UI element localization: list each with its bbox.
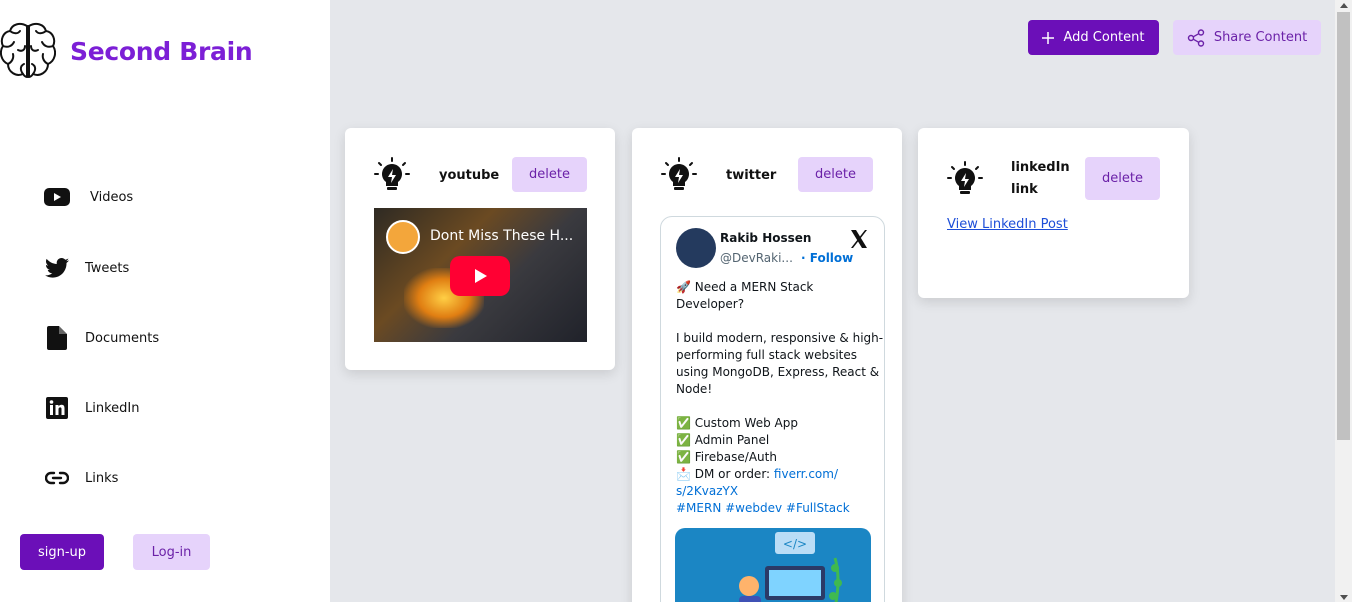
document-icon <box>44 325 70 351</box>
log-in-button[interactable]: Log-in <box>133 534 210 570</box>
delete-button[interactable]: delete <box>798 157 873 192</box>
sidebar-item-documents[interactable]: Documents <box>44 325 159 351</box>
sidebar-item-linkedin[interactable]: LinkedIn <box>44 395 139 421</box>
tweet-line: ✅ Custom Web App <box>676 416 798 430</box>
sidebar-item-label: Documents <box>85 330 160 346</box>
tweet-line <box>676 398 876 415</box>
tweet-image[interactable]: </> <box>675 528 871 602</box>
content-card-twitter: twitter delete Rakib Hossen @DevRaki... … <box>632 128 902 602</box>
tweet-line: Developer? <box>676 297 745 311</box>
plus-icon <box>1042 31 1055 44</box>
add-content-button[interactable]: Add Content <box>1028 20 1159 55</box>
card-title-line: linkedIn <box>1011 160 1070 175</box>
tweet-line: performing full stack websites <box>676 348 858 362</box>
brand: Second Brain <box>0 20 253 82</box>
link-icon <box>44 465 70 491</box>
sidebar-item-links[interactable]: Links <box>44 465 118 491</box>
avatar[interactable] <box>676 228 716 268</box>
sign-up-button[interactable]: sign-up <box>20 534 104 570</box>
youtube-icon <box>44 184 70 210</box>
share-content-button[interactable]: Share Content <box>1173 20 1321 55</box>
tweet-line: Node! <box>676 382 713 396</box>
lightbulb-icon <box>374 157 410 190</box>
sidebar-item-label: Videos <box>90 189 134 205</box>
tweet-hashtags[interactable]: #MERN #webdev #FullStack <box>676 500 876 517</box>
card-title: linkedIn link <box>1011 157 1070 201</box>
tweet-line: ✅ Admin Panel <box>676 433 770 447</box>
add-content-label: Add Content <box>1063 30 1145 45</box>
delete-button[interactable]: delete <box>1085 157 1160 200</box>
sidebar-item-videos[interactable]: Videos <box>44 184 133 210</box>
sidebar-item-tweets[interactable]: Tweets <box>44 255 129 281</box>
lightbulb-icon <box>661 157 697 190</box>
brain-icon <box>0 22 56 78</box>
card-title-line: link <box>1011 182 1038 197</box>
svg-text:</>: </> <box>783 537 807 551</box>
tweet-author-handle[interactable]: @DevRaki... <box>720 251 793 265</box>
twitter-icon <box>44 255 70 281</box>
content-card-youtube: youtube delete Dont Miss These H... <box>345 128 615 370</box>
linkedin-icon <box>44 395 70 421</box>
scroll-up-arrow-icon[interactable] <box>1339 0 1349 10</box>
sidebar: Second Brain Videos Tweets Documents Lin… <box>0 0 330 602</box>
tweet-line: 🚀 Need a MERN Stack <box>676 280 814 294</box>
card-title: twitter <box>726 167 777 183</box>
card-title: youtube <box>439 167 500 183</box>
share-content-label: Share Content <box>1213 30 1308 45</box>
tweet-line: using MongoDB, Express, React & <box>676 365 880 379</box>
content-card-linkedin: linkedIn link delete View LinkedIn Post <box>918 128 1189 298</box>
share-icon <box>1187 28 1205 47</box>
play-icon <box>475 269 487 283</box>
tweet-author-name[interactable]: Rakib Hossen <box>720 231 811 245</box>
channel-avatar <box>386 220 420 254</box>
view-linkedin-post-link[interactable]: View LinkedIn Post <box>947 217 1068 232</box>
delete-button[interactable]: delete <box>512 157 587 192</box>
tweet-link[interactable]: fiverr.com/ <box>774 467 838 481</box>
scrollbar-thumb[interactable] <box>1337 12 1350 440</box>
tweet-link[interactable]: s/2KvazYX <box>676 483 876 500</box>
developer-illustration: </> <box>739 532 842 602</box>
follow-link[interactable]: · Follow <box>801 251 853 265</box>
scroll-down-arrow-icon[interactable] <box>1339 592 1349 602</box>
tweet-line <box>676 313 876 330</box>
sidebar-item-label: Links <box>85 470 119 486</box>
tweet-embed[interactable]: Rakib Hossen @DevRaki... · Follow 🚀 Need… <box>660 216 885 602</box>
youtube-embed[interactable]: Dont Miss These H... <box>374 208 587 342</box>
tweet-line: ✅ Firebase/Auth <box>676 450 777 464</box>
sidebar-item-label: Tweets <box>85 260 130 276</box>
tweet-dm-prefix: 📩 DM or order: <box>676 467 774 481</box>
lightbulb-icon <box>947 161 983 194</box>
play-button[interactable] <box>450 256 510 296</box>
sidebar-item-label: LinkedIn <box>85 400 140 416</box>
tweet-line: I build modern, responsive & high- <box>676 331 884 345</box>
video-title: Dont Miss These H... <box>430 228 574 244</box>
tweet-text: 🚀 Need a MERN Stack Developer? I build m… <box>676 279 884 517</box>
app-title: Second Brain <box>70 36 253 66</box>
x-logo-icon[interactable] <box>849 229 869 249</box>
